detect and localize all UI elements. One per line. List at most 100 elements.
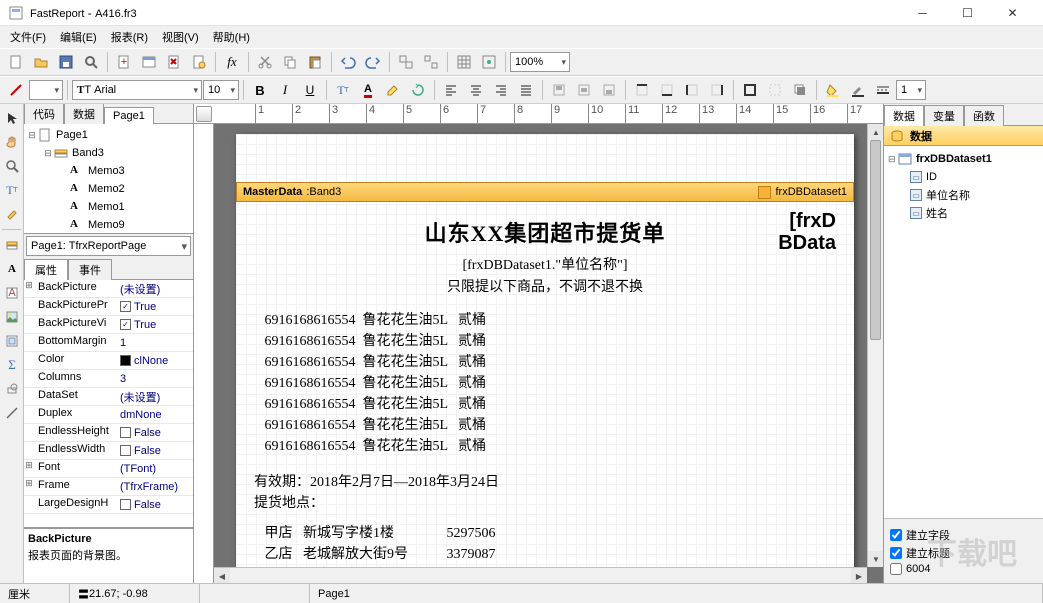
frame-none-button[interactable] bbox=[763, 78, 787, 102]
copy-button[interactable] bbox=[278, 50, 302, 74]
group-button[interactable] bbox=[394, 50, 418, 74]
new-page-button[interactable]: + bbox=[112, 50, 136, 74]
font-settings-button[interactable]: TT bbox=[331, 78, 355, 102]
vscrollbar[interactable]: ▲ ▼ bbox=[867, 124, 883, 567]
memo-tool[interactable]: A bbox=[1, 258, 23, 280]
store-row[interactable]: 甲店 新城写字楼1楼 5297506 bbox=[254, 522, 836, 542]
tree-item[interactable]: AMemo3 bbox=[26, 162, 191, 180]
subreport-tool[interactable] bbox=[1, 330, 23, 352]
no-style-button[interactable] bbox=[4, 78, 28, 102]
report-row[interactable]: 6916168616554 鲁花花生油5L 贰桶 bbox=[254, 330, 836, 350]
hand-tool[interactable] bbox=[1, 131, 23, 153]
zoom-combo[interactable]: 100% bbox=[510, 52, 570, 72]
hscrollbar[interactable]: ◀ ▶ bbox=[214, 567, 867, 583]
text-tool[interactable]: TT bbox=[1, 179, 23, 201]
align-justify-button[interactable] bbox=[514, 78, 538, 102]
data-option[interactable]: 建立字段 bbox=[890, 527, 1037, 543]
report-page[interactable]: MasterData: Band3 frxDBDataset1 [frxDBDa… bbox=[236, 134, 854, 583]
property-row[interactable]: DuplexdmNone bbox=[24, 406, 193, 424]
variables-button[interactable]: fx bbox=[220, 50, 244, 74]
property-row[interactable]: DataSet(未设置) bbox=[24, 388, 193, 406]
fill-color-button[interactable] bbox=[821, 78, 845, 102]
data-field[interactable]: ▭单位名称 bbox=[888, 186, 1039, 204]
property-row[interactable]: BackPictureVi✓True bbox=[24, 316, 193, 334]
menu-report[interactable]: 报表(R) bbox=[105, 27, 154, 47]
report-expiry[interactable]: 有效期：2018年2月7日—2018年3月24日 bbox=[254, 471, 836, 491]
shape-tool[interactable] bbox=[1, 378, 23, 400]
highlight-button[interactable] bbox=[381, 78, 405, 102]
frame-left-button[interactable] bbox=[680, 78, 704, 102]
property-row[interactable]: EndlessWidthFalse bbox=[24, 442, 193, 460]
tree-item[interactable]: ⊟Band3 bbox=[26, 144, 191, 162]
report-sub2[interactable]: 只限提以下商品，不调不退不换 bbox=[254, 276, 836, 296]
tree-item[interactable]: AMemo1 bbox=[26, 198, 191, 216]
select-tool[interactable] bbox=[1, 107, 23, 129]
picture-tool[interactable] bbox=[1, 306, 23, 328]
grid-button[interactable] bbox=[452, 50, 476, 74]
property-row[interactable]: EndlessHeightFalse bbox=[24, 424, 193, 442]
rtab-data[interactable]: 数据 bbox=[884, 105, 924, 126]
frame-all-button[interactable] bbox=[738, 78, 762, 102]
underline-button[interactable]: U bbox=[298, 78, 322, 102]
report-row[interactable]: 6916168616554 鲁花花生油5L 贰桶 bbox=[254, 414, 836, 434]
new-button[interactable] bbox=[4, 50, 28, 74]
cut-button[interactable] bbox=[253, 50, 277, 74]
scroll-up-button[interactable]: ▲ bbox=[868, 124, 883, 140]
align-left-button[interactable] bbox=[439, 78, 463, 102]
page-settings-button[interactable] bbox=[187, 50, 211, 74]
font-combo[interactable]: TT Arial bbox=[72, 80, 202, 100]
tree-item[interactable]: ⊟Page1 bbox=[26, 126, 191, 144]
object-tree[interactable]: ⊟Page1⊟Band3AMemo3AMemo2AMemo1AMemo9 bbox=[24, 124, 193, 234]
store-row[interactable]: 乙店 老城解放大街9号 3379087 bbox=[254, 543, 836, 563]
ungroup-button[interactable] bbox=[419, 50, 443, 74]
property-grid[interactable]: ⊞BackPicture(未设置)BackPicturePr✓TrueBackP… bbox=[24, 280, 193, 527]
report-row[interactable]: 6916168616554 鲁花花生油5L 贰桶 bbox=[254, 435, 836, 455]
align-center-button[interactable] bbox=[464, 78, 488, 102]
report-row[interactable]: 6916168616554 鲁花花生油5L 贰桶 bbox=[254, 351, 836, 371]
font-color-button[interactable]: A bbox=[356, 78, 380, 102]
tab-page1[interactable]: Page1 bbox=[104, 107, 154, 124]
tab-events[interactable]: 事件 bbox=[68, 259, 112, 280]
data-option[interactable]: 建立标题 bbox=[890, 545, 1037, 561]
frame-bottom-button[interactable] bbox=[655, 78, 679, 102]
report-row[interactable]: 6916168616554 鲁花花生油5L 贰桶 bbox=[254, 372, 836, 392]
memo-field[interactable]: [frxDBData bbox=[778, 210, 836, 254]
data-option[interactable]: 6004 bbox=[890, 563, 1037, 575]
property-row[interactable]: ⊞BackPicture(未设置) bbox=[24, 280, 193, 298]
frame-right-button[interactable] bbox=[705, 78, 729, 102]
property-row[interactable]: ⊞Frame(TfrxFrame) bbox=[24, 478, 193, 496]
report-row[interactable]: 6916168616554 鲁花花生油5L 贰桶 bbox=[254, 309, 836, 329]
maximize-button[interactable]: ☐ bbox=[945, 0, 990, 26]
report-title[interactable]: 山东XX集团超市提货单 bbox=[254, 216, 836, 248]
delete-page-button[interactable] bbox=[162, 50, 186, 74]
tab-data[interactable]: 数据 bbox=[64, 104, 104, 124]
tab-props[interactable]: 属性 bbox=[24, 259, 68, 280]
ruler-horizontal[interactable]: 1234567891011121314151617 bbox=[194, 104, 883, 124]
undo-button[interactable] bbox=[336, 50, 360, 74]
zoom-tool[interactable] bbox=[1, 155, 23, 177]
design-canvas[interactable]: MasterData: Band3 frxDBDataset1 [frxDBDa… bbox=[214, 124, 883, 583]
format-tool[interactable] bbox=[1, 203, 23, 225]
data-tree[interactable]: ⊟frxDBDataset1 ▭ID▭单位名称▭姓名 bbox=[884, 146, 1043, 518]
menu-view[interactable]: 视图(V) bbox=[156, 27, 205, 47]
rotate-button[interactable] bbox=[406, 78, 430, 102]
report-sub1[interactable]: [frxDBDataset1."单位名称"] bbox=[254, 254, 836, 274]
band-header[interactable]: MasterData: Band3 frxDBDataset1 bbox=[236, 182, 854, 202]
save-button[interactable] bbox=[54, 50, 78, 74]
bold-button[interactable]: B bbox=[248, 78, 272, 102]
menu-file[interactable]: 文件(F) bbox=[4, 27, 52, 47]
menu-edit[interactable]: 编辑(E) bbox=[54, 27, 103, 47]
report-row[interactable]: 6916168616554 鲁花花生油5L 贰桶 bbox=[254, 393, 836, 413]
frame-top-button[interactable] bbox=[630, 78, 654, 102]
ruler-grip[interactable] bbox=[196, 106, 212, 122]
property-row[interactable]: ColorclNone bbox=[24, 352, 193, 370]
sysmemo-tool[interactable]: A bbox=[1, 282, 23, 304]
property-row[interactable]: BottomMargin1 bbox=[24, 334, 193, 352]
redo-button[interactable] bbox=[361, 50, 385, 74]
scroll-thumb[interactable] bbox=[870, 140, 881, 340]
rtab-funcs[interactable]: 函数 bbox=[964, 105, 1004, 126]
preview-button[interactable] bbox=[79, 50, 103, 74]
tree-item[interactable]: AMemo2 bbox=[26, 180, 191, 198]
scroll-right-button[interactable]: ▶ bbox=[851, 568, 867, 583]
valign-bottom-button[interactable] bbox=[597, 78, 621, 102]
